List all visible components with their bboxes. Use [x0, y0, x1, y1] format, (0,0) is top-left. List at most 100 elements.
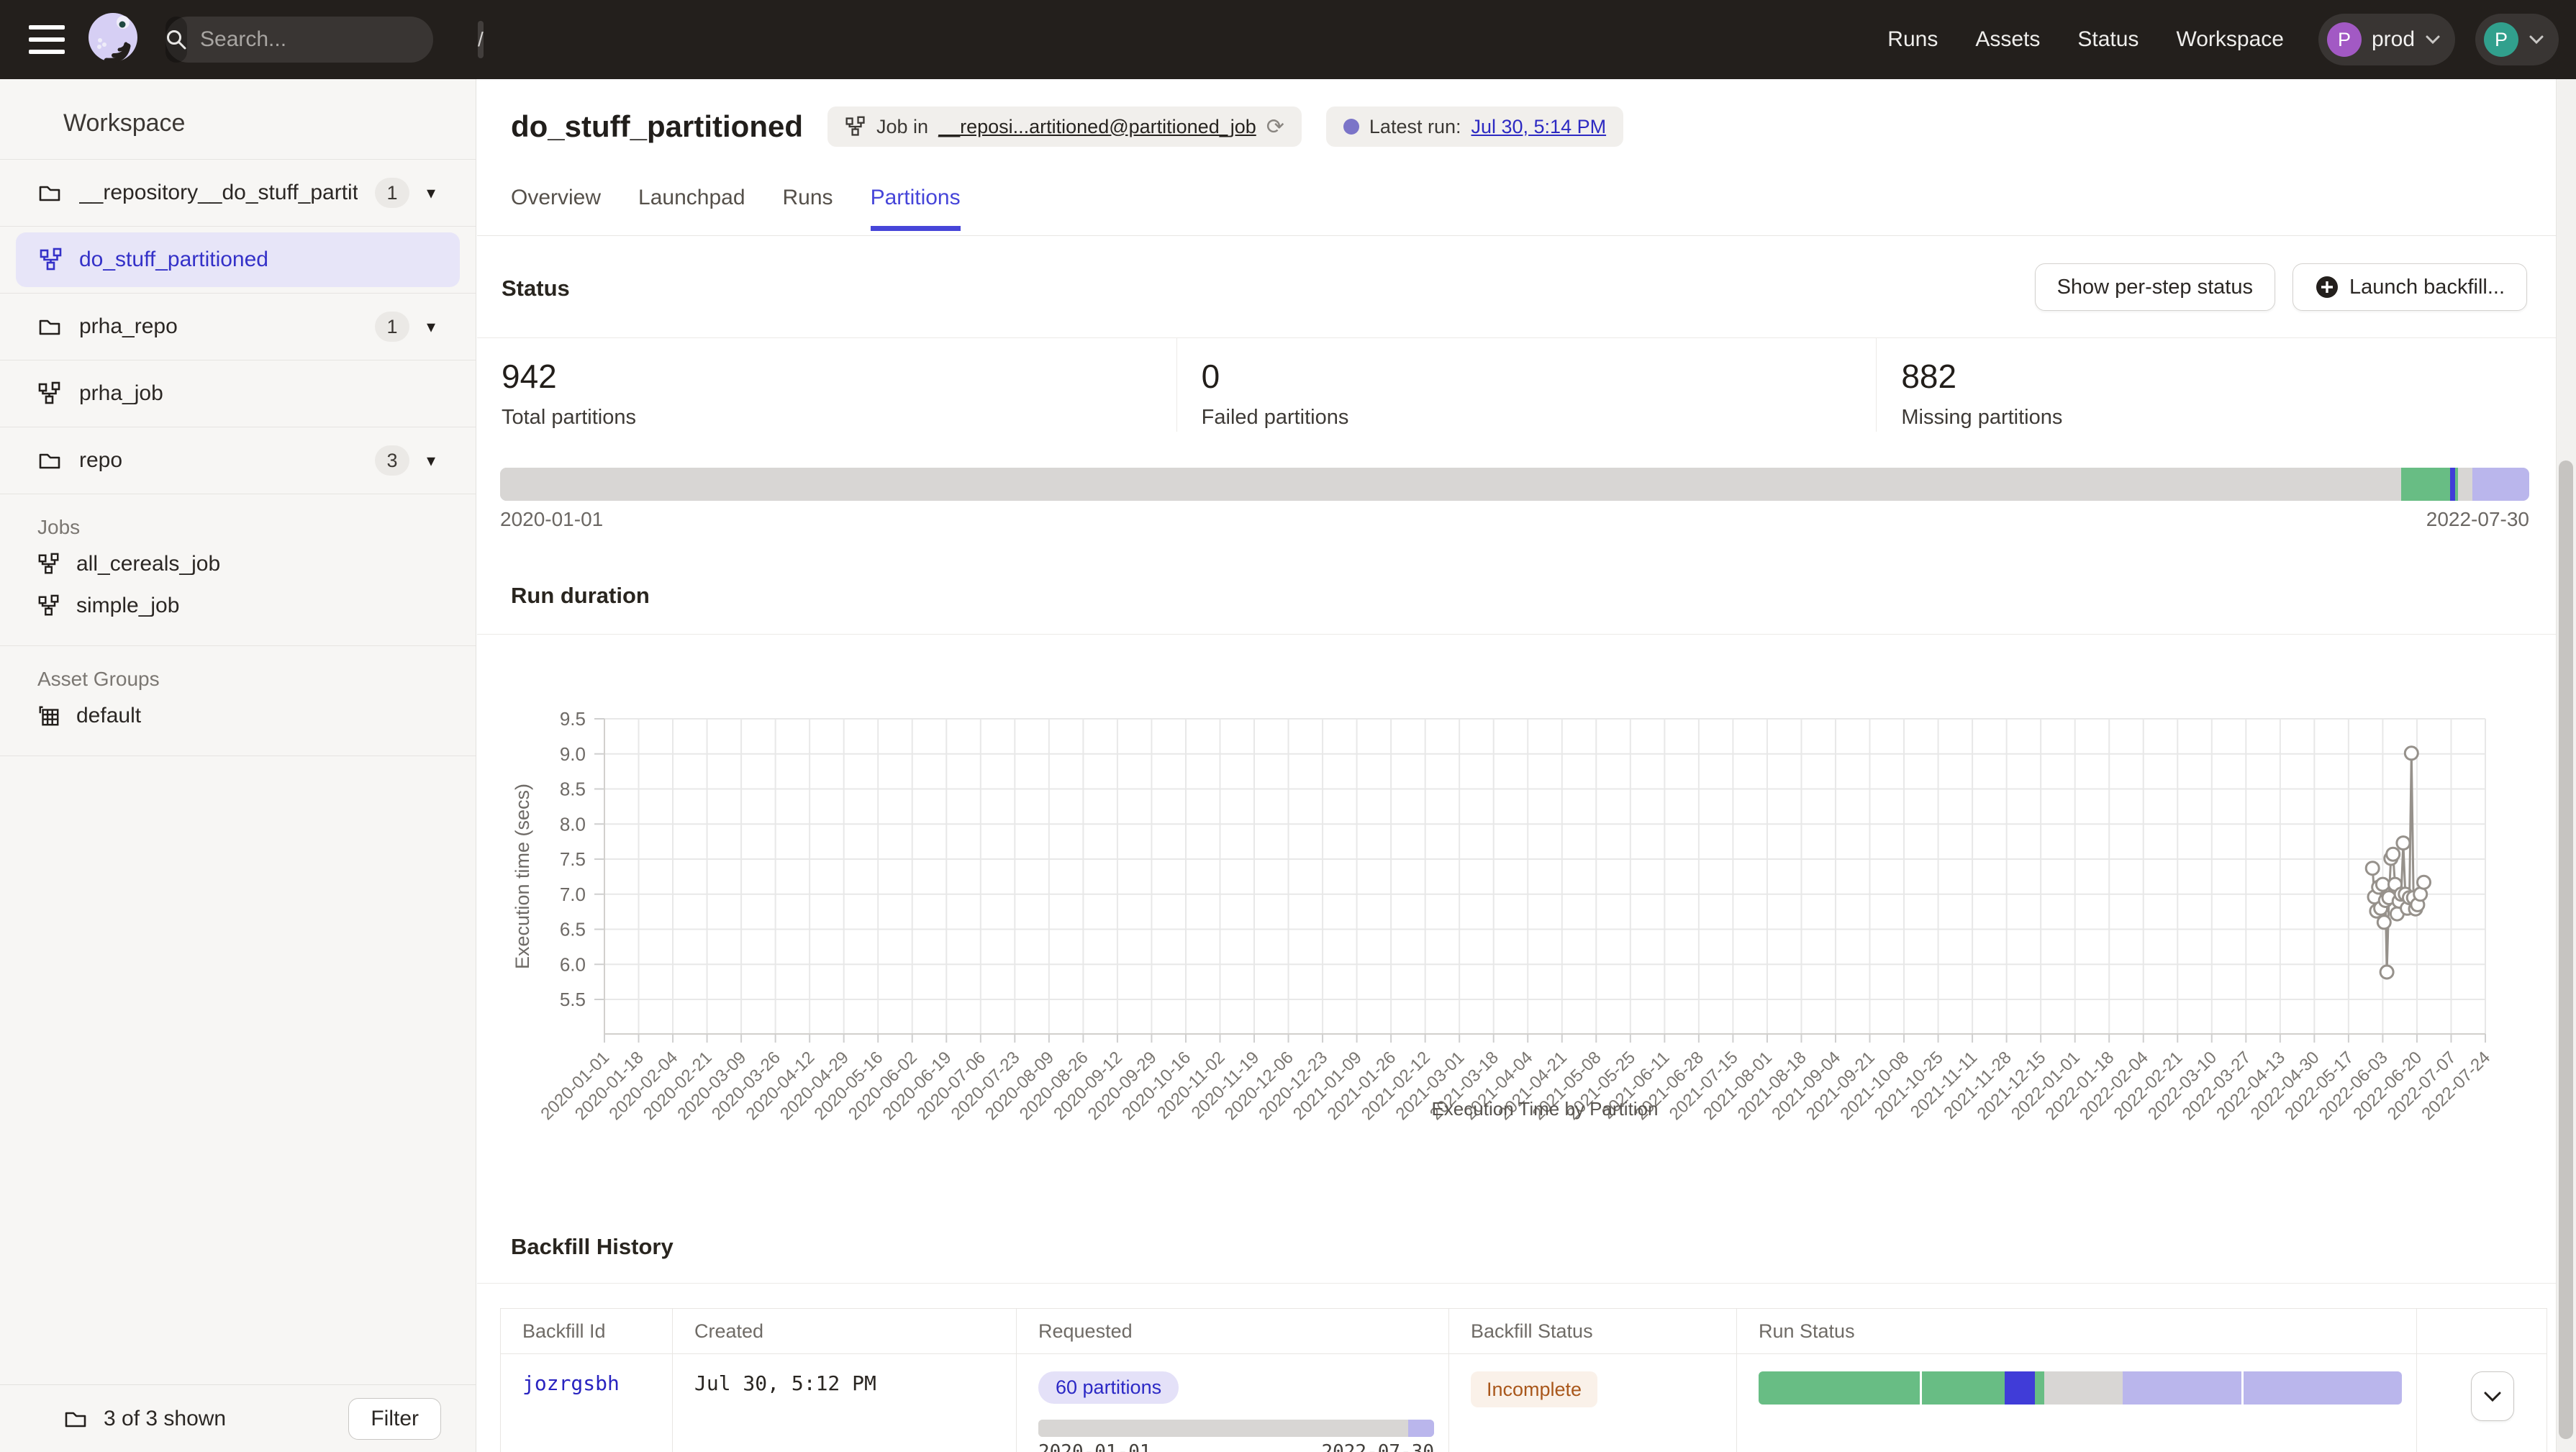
- stat-missing-partitions: 882 Missing partitions: [1877, 338, 2576, 432]
- launch-backfill-label: Launch backfill...: [2349, 276, 2505, 299]
- nav-runs[interactable]: Runs: [1887, 27, 1938, 52]
- tab-runs[interactable]: Runs: [783, 186, 833, 231]
- backfill-status-badge: Incomplete: [1471, 1371, 1597, 1407]
- user-avatar: P: [2484, 22, 2518, 57]
- backfill-row-run-status-cell: [1737, 1354, 2417, 1452]
- status-heading: Status: [502, 276, 570, 301]
- job-icon: [37, 553, 60, 576]
- backfill-history-heading: Backfill History: [511, 1234, 674, 1260]
- tabs-divider: [477, 235, 2576, 236]
- launch-backfill-button[interactable]: Launch backfill...: [2292, 263, 2527, 311]
- stat-value: 0: [1202, 357, 1877, 396]
- page-scrollbar-track[interactable]: [2556, 79, 2576, 1452]
- status-buttons: Show per-step status Launch backfill...: [2035, 263, 2527, 311]
- svg-text:8.5: 8.5: [560, 779, 586, 800]
- sidebar-title: Workspace: [0, 79, 476, 137]
- svg-text:7.5: 7.5: [560, 848, 586, 870]
- folder-icon: [63, 1407, 88, 1431]
- reload-icon[interactable]: ⟳: [1266, 114, 1284, 140]
- svg-text:8.0: 8.0: [560, 813, 586, 835]
- requested-range-bar: [1038, 1420, 1434, 1437]
- job-label: prha_job: [79, 381, 435, 406]
- sidebar-item-prha-job[interactable]: prha_job: [0, 360, 476, 427]
- top-bar: / Runs Assets Status Workspace P prod P: [0, 0, 2576, 79]
- svg-text:Execution time (secs): Execution time (secs): [512, 784, 533, 969]
- menu-icon[interactable]: [29, 25, 65, 54]
- repos-shown-count: 3 of 3 shown: [104, 1407, 332, 1431]
- latest-run-label: Latest run:: [1369, 116, 1461, 138]
- asset-groups-section-label: Asset Groups: [0, 662, 476, 695]
- backfill-table: Backfill Id Created Requested Backfill S…: [500, 1308, 2547, 1452]
- user-menu[interactable]: P: [2475, 14, 2559, 65]
- job-origin-link[interactable]: __reposi...artitioned@partitioned_job: [938, 116, 1256, 138]
- sidebar-item-all-cereals-job[interactable]: all_cereals_job: [0, 543, 476, 585]
- column-header-actions: [2417, 1309, 2546, 1354]
- job-icon: [39, 248, 63, 272]
- search-input[interactable]: [187, 27, 478, 52]
- sidebar-footer: 3 of 3 shown Filter: [0, 1384, 476, 1452]
- deployment-switcher[interactable]: P prod: [2318, 14, 2455, 65]
- column-header-created: Created: [673, 1309, 1017, 1354]
- folder-icon: [37, 448, 62, 473]
- run-duration-heading: Run duration: [511, 583, 650, 609]
- job-icon: [37, 594, 60, 617]
- partition-end-date: 2022-07-30: [2426, 508, 2529, 531]
- chevron-down-icon: [2529, 35, 2544, 45]
- chevron-down-icon: [2483, 1391, 2502, 1402]
- filter-button[interactable]: Filter: [348, 1398, 441, 1440]
- asset-group-icon: [37, 704, 60, 727]
- repo-label: repo: [79, 448, 358, 473]
- tab-partitions[interactable]: Partitions: [871, 186, 961, 231]
- sidebar-item-default-asset-group[interactable]: default: [0, 695, 476, 737]
- plus-circle-icon: [2315, 275, 2339, 299]
- partition-bar-dates: 2020-01-01 2022-07-30: [500, 508, 2529, 531]
- nav-workspace[interactable]: Workspace: [2176, 27, 2284, 52]
- job-icon: [845, 116, 866, 137]
- svg-text:6.5: 6.5: [560, 919, 586, 940]
- svg-text:6.0: 6.0: [560, 953, 586, 975]
- column-header-backfill-id: Backfill Id: [501, 1309, 673, 1354]
- folder-icon: [37, 314, 62, 339]
- run-status-bar[interactable]: [1759, 1371, 2402, 1405]
- svg-text:7.0: 7.0: [560, 884, 586, 905]
- backfill-row-id-cell: jozrgsbh: [501, 1354, 673, 1452]
- sidebar-item-simple-job[interactable]: simple_job: [0, 585, 476, 627]
- caret-down-icon[interactable]: ▾: [427, 183, 435, 204]
- nav-status[interactable]: Status: [2077, 27, 2139, 52]
- count-badge: 1: [375, 178, 409, 208]
- asset-group-label: default: [76, 704, 141, 728]
- chevron-down-icon: [2425, 35, 2441, 45]
- svg-text:Execution Time by Partition: Execution Time by Partition: [1431, 1098, 1658, 1120]
- backfill-row-status-cell: Incomplete: [1449, 1354, 1737, 1452]
- stat-label: Failed partitions: [1202, 406, 1877, 430]
- show-per-step-status-button[interactable]: Show per-step status: [2035, 263, 2275, 311]
- caret-down-icon[interactable]: ▾: [427, 317, 435, 337]
- partition-start-date: 2020-01-01: [500, 508, 603, 531]
- sidebar-item-prha-repo[interactable]: prha_repo 1 ▾: [0, 294, 476, 360]
- tab-overview[interactable]: Overview: [511, 186, 601, 231]
- job-origin-tag: Job in __reposi...artitioned@partitioned…: [827, 106, 1302, 147]
- stat-label: Missing partitions: [1901, 406, 2576, 430]
- backfill-row-expand-cell: [2417, 1354, 2546, 1452]
- requested-partitions-badge[interactable]: 60 partitions: [1038, 1371, 1179, 1404]
- caret-down-icon[interactable]: ▾: [427, 450, 435, 471]
- workspace-sidebar: Workspace __repository__do_stuff_partiti…: [0, 79, 476, 1452]
- tab-launchpad[interactable]: Launchpad: [638, 186, 745, 231]
- job-header: do_stuff_partitioned Job in __reposi...a…: [511, 106, 1623, 147]
- top-nav: Runs Assets Status Workspace: [1887, 27, 2284, 52]
- job-icon: [37, 381, 62, 406]
- latest-run-link[interactable]: Jul 30, 5:14 PM: [1471, 116, 1606, 138]
- backfill-id-link[interactable]: jozrgsbh: [522, 1371, 620, 1395]
- search-box: /: [165, 17, 433, 63]
- deployment-avatar: P: [2327, 22, 2362, 57]
- partition-stats: 942 Total partitions 0 Failed partitions…: [477, 337, 2576, 432]
- nav-assets[interactable]: Assets: [1975, 27, 2040, 52]
- sidebar-item-do-stuff-partitioned[interactable]: do_stuff_partitioned: [0, 227, 476, 294]
- page-scrollbar-thumb[interactable]: [2559, 460, 2573, 1439]
- partition-status-bar[interactable]: [500, 468, 2529, 501]
- dagster-logo-icon[interactable]: [85, 10, 144, 69]
- sidebar-item-repo[interactable]: repo 3 ▾: [0, 427, 476, 494]
- sidebar-item-repository[interactable]: __repository__do_stuff_partitio... 1 ▾: [0, 160, 476, 227]
- backfill-row-requested-cell: 60 partitions 2020-01-01 2022-07-30: [1017, 1354, 1449, 1452]
- expand-row-button[interactable]: [2471, 1371, 2514, 1421]
